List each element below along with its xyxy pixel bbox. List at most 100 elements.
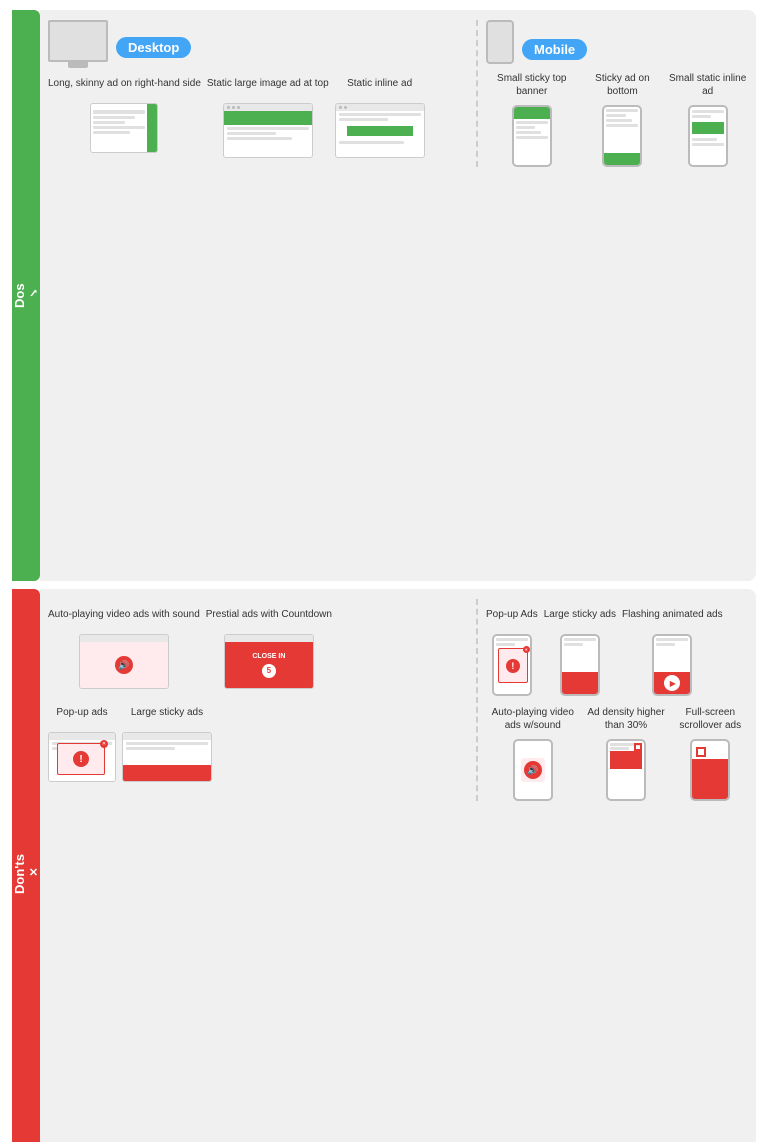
line <box>606 109 638 112</box>
inline-content <box>336 111 424 157</box>
line <box>610 747 629 750</box>
large-sticky-bar <box>123 733 211 740</box>
phone-body <box>604 107 640 153</box>
close-in-number: 5 <box>267 665 271 676</box>
phone-sound-area: 🔊 <box>521 758 545 782</box>
phone-autoplaying: 🔊 <box>513 739 553 801</box>
desktop-icon <box>48 20 108 62</box>
skinny-browser <box>90 103 158 153</box>
donts-desktop-ad-1-label: Auto-playing video ads with sound <box>48 599 200 629</box>
line <box>496 643 515 646</box>
line <box>516 126 535 129</box>
video-ad-area: 🔊 <box>80 642 168 688</box>
donts-desktop-ad-4-label: Large sticky ads <box>131 697 203 727</box>
content-line <box>339 141 405 144</box>
popup-browser: ! ✕ <box>48 732 116 782</box>
close-in-text: CLOSE IN <box>252 652 285 662</box>
line <box>656 643 675 646</box>
dos-mobile-ads: Small sticky top banner <box>486 70 748 167</box>
donts-mobile-ad-6-label: Full-screen scrollover ads <box>673 704 748 734</box>
donts-desktop-row1: Auto-playing video ads with sound 🔊 Pres… <box>48 599 468 689</box>
donts-category-row: Auto-playing video ads with sound 🔊 Pres… <box>48 599 748 801</box>
mobile-icon <box>486 20 514 64</box>
phone-close-icon: ✕ <box>523 646 530 653</box>
dos-mobile-ad-1-label: Small sticky top banner <box>486 70 578 100</box>
play-triangle: ▶ <box>670 679 676 688</box>
popup-bar <box>49 733 115 740</box>
donts-mobile-ad-4: Auto-playing video ads w/sound 🔊 <box>486 704 580 801</box>
dos-desktop-ad-2: Static large image ad at top <box>207 68 329 158</box>
dos-desktop-ad-3-label: Static inline ad <box>347 68 412 98</box>
dos-desktop-ad-2-label: Static large image ad at top <box>207 68 329 98</box>
line <box>126 742 208 745</box>
desktop-badge: Desktop <box>116 37 191 58</box>
line <box>692 138 718 141</box>
dos-desktop-ad-1: Long, skinny ad on right-hand side <box>48 68 201 153</box>
phone-flashing: ▶ <box>652 634 692 696</box>
density-corner-icon <box>634 743 642 751</box>
line <box>606 114 625 117</box>
donts-mobile-ad-1-label: Pop-up Ads <box>486 599 538 629</box>
donts-mobile-ad-4-label: Auto-playing video ads w/sound <box>486 704 580 734</box>
phone-sticky-top <box>512 105 552 167</box>
donts-mobile-row2: Auto-playing video ads w/sound 🔊 Ad dens… <box>486 704 748 801</box>
donts-mobile-ad-6: Full-screen scrollover ads <box>673 704 748 801</box>
donts-mobile-ad-3-label: Flashing animated ads <box>622 599 723 629</box>
dot1 <box>339 106 342 109</box>
mobile-badge: Mobile <box>522 39 587 60</box>
dos-text: Dos <box>12 283 27 308</box>
donts-mobile-ad-2-label: Large sticky ads <box>544 599 616 629</box>
content-line <box>339 118 388 121</box>
phone-fullscreen <box>690 739 730 801</box>
line <box>692 115 711 118</box>
phone-large-sticky-content <box>562 636 598 672</box>
dos-desktop-ad-3: Static inline ad <box>335 68 425 158</box>
donts-desktop-side: Auto-playing video ads with sound 🔊 Pres… <box>48 599 478 801</box>
donts-text: Don'ts <box>12 855 27 895</box>
inline-bar <box>336 104 424 111</box>
dot2 <box>344 106 347 109</box>
dos-mobile-ad-2-label: Sticky ad on bottom <box>584 70 662 100</box>
donts-content: Auto-playing video ads with sound 🔊 Pres… <box>40 589 756 1142</box>
dos-check-icon: ✓ <box>27 286 40 299</box>
dos-category-row: Desktop Long, skinny ad on right-hand si… <box>48 20 748 167</box>
donts-desktop-ad-3: Pop-up ads ! ✕ <box>48 697 116 782</box>
line <box>692 143 724 146</box>
donts-x-icon: ✕ <box>27 865 40 878</box>
dos-mobile-header: Mobile <box>486 20 748 64</box>
phone-density <box>606 739 646 801</box>
donts-mobile-ad-5: Ad density higher than 30% <box>586 704 667 801</box>
line <box>606 119 632 122</box>
dos-desktop-side: Desktop Long, skinny ad on right-hand si… <box>48 20 478 167</box>
line <box>496 638 528 641</box>
fullscreen-corner-icon <box>696 747 706 757</box>
phone-flashing-content <box>654 636 690 672</box>
line <box>656 638 688 641</box>
large-sticky-content <box>123 740 211 765</box>
top-banner-bar <box>224 104 312 111</box>
phone-flashing-ad: ▶ <box>654 672 690 694</box>
line <box>606 124 638 127</box>
content-line <box>227 127 309 130</box>
line <box>564 638 596 641</box>
donts-mobile-row1: Pop-up Ads ! ✕ <box>486 599 748 696</box>
phone-fullscreen-ad <box>692 759 728 799</box>
phone-density-ad <box>610 751 642 769</box>
popup-close: ✕ <box>100 740 108 748</box>
line <box>692 110 724 113</box>
skinny-main <box>91 104 147 152</box>
phone-large-sticky-ad <box>562 672 598 694</box>
phone-popup: ! ✕ <box>492 634 532 696</box>
dos-desktop-ad-1-label: Long, skinny ad on right-hand side <box>48 68 201 98</box>
content-line <box>339 113 421 116</box>
phone-sticky-bottom <box>602 105 642 167</box>
sound-icon-mobile: 🔊 <box>524 761 542 779</box>
donts-desktop-ad-4: Large sticky ads <box>122 697 212 782</box>
line <box>516 121 548 124</box>
donts-mobile-side: Pop-up Ads ! ✕ <box>478 599 748 801</box>
dos-section: Dos ✓ Desktop Long, skinny ad on right-h… <box>12 10 756 581</box>
inline-browser <box>335 103 425 158</box>
donts-mobile-ad-2: Large sticky ads <box>544 599 616 696</box>
phone-static-inline <box>688 105 728 167</box>
dos-desktop-header: Desktop <box>48 20 468 62</box>
